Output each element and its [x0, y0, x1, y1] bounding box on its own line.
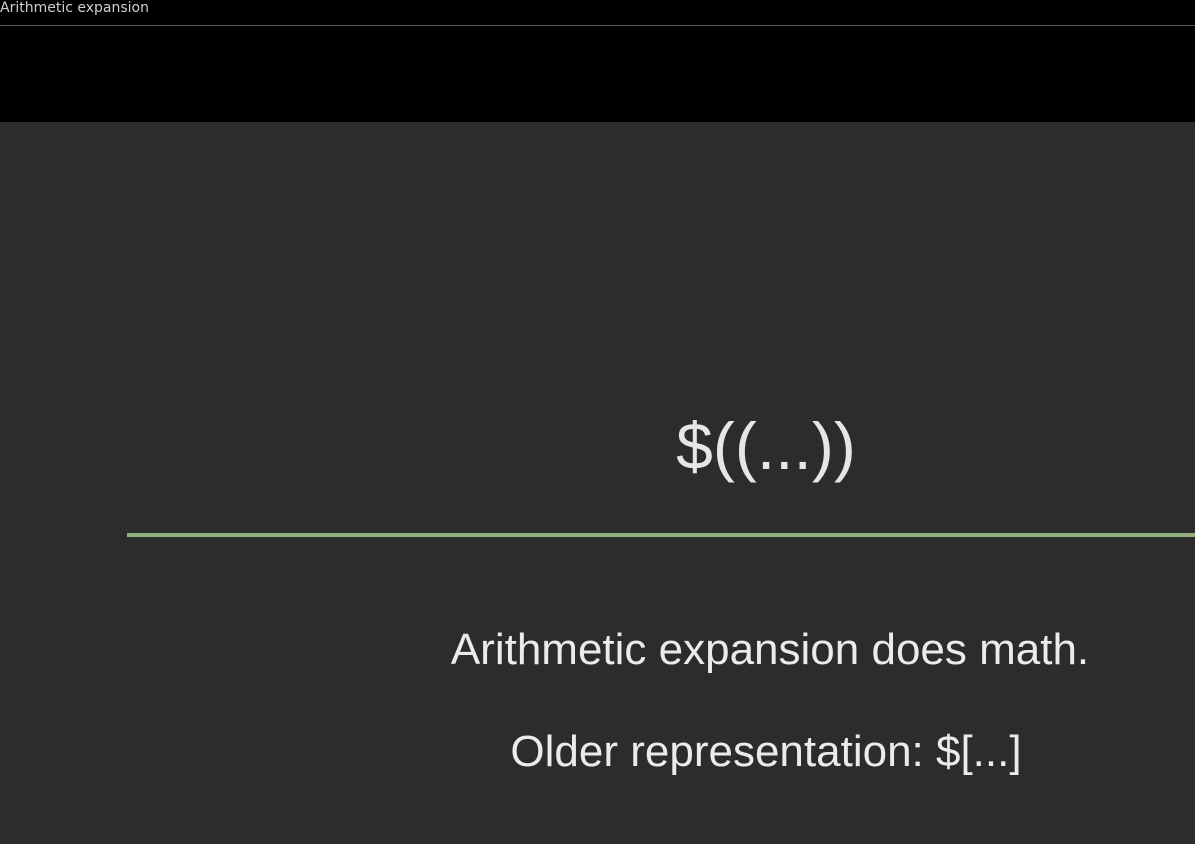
slide-divider — [127, 533, 1195, 537]
slide-text-line: Older representation: $[...] — [510, 727, 1022, 776]
presentation-slide: $((...)) Arithmetic expansion does math.… — [0, 122, 1195, 844]
window-title: Arithmetic expansion — [0, 0, 149, 16]
slide-text-line: Arithmetic expansion does math. — [450, 625, 1090, 674]
slide-heading: $((...)) — [676, 409, 856, 483]
window-titlebar: Arithmetic expansion — [0, 0, 1195, 26]
letterbox-band — [0, 27, 1195, 122]
